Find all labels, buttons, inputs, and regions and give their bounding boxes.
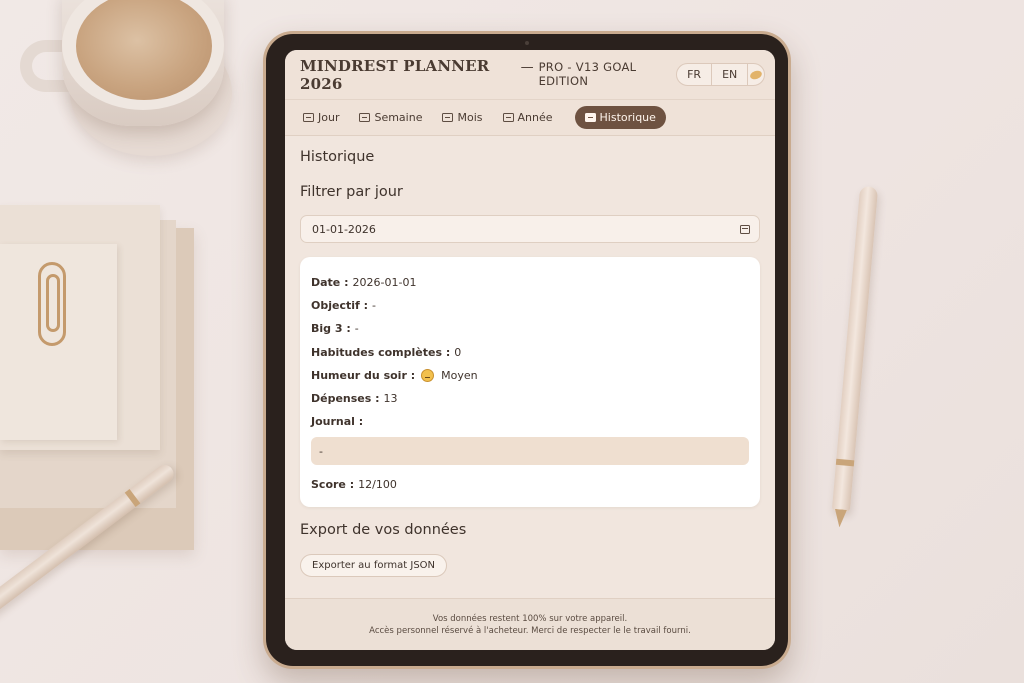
record-depenses: Dépenses : 13 (311, 387, 749, 410)
calendar-icon (359, 113, 371, 122)
calendar-icon (303, 113, 314, 122)
document-icon (584, 113, 596, 122)
app-title: MINDREST PLANNER 2026 — PRO - V13 GOAL E… (300, 57, 676, 93)
record-value: 12/100 (358, 478, 397, 492)
journal-text-box: - (311, 437, 749, 466)
record-humeur: Humeur du soir : Moyen (311, 364, 749, 387)
record-label: Big 3 : (311, 322, 351, 336)
title-dash: — (520, 59, 534, 75)
footer-line-2: Accès personnel réservé à l'acheteur. Me… (369, 625, 691, 636)
brand-name: MINDREST PLANNER 2026 (300, 56, 490, 93)
tab-semaine[interactable]: Semaine (355, 107, 426, 128)
export-title: Export de vos données (300, 521, 467, 538)
record-value: - (354, 322, 359, 336)
lang-en-button[interactable]: EN (712, 64, 749, 85)
tab-mois[interactable]: Mois (438, 107, 486, 128)
date-filter-value: 01-01-2026 (312, 222, 376, 236)
page-title: Historique (300, 149, 375, 165)
tablet-bezel: MINDREST PLANNER 2026 — PRO - V13 GOAL E… (266, 34, 788, 666)
app-header: MINDREST PLANNER 2026 — PRO - V13 GOAL E… (285, 50, 775, 100)
record-habitudes: Habitudes complètes : 0 (311, 341, 749, 364)
tab-historique[interactable]: Historique (574, 106, 666, 129)
tab-label: Semaine (374, 111, 423, 124)
calendar-icon (442, 113, 454, 122)
lang-fr-button[interactable]: FR (677, 64, 713, 85)
paperclip-inner (46, 274, 60, 332)
record-label: Journal : (311, 415, 364, 429)
filter-title: Filtrer par jour (300, 184, 403, 200)
nav-tabs: Jour Semaine Mois Année Historique (285, 100, 775, 136)
calendar-icon[interactable] (740, 224, 750, 234)
camera-dot (525, 41, 529, 45)
tab-annee[interactable]: Année (499, 107, 557, 128)
app-screen: MINDREST PLANNER 2026 — PRO - V13 GOAL E… (285, 50, 775, 650)
language-switch: FR EN (676, 63, 765, 86)
record-big3: Big 3 : - (311, 317, 749, 340)
main-content: Historique Filtrer par jour 01-01-2026 D… (285, 136, 775, 577)
record-score: Score : 12/100 (311, 473, 749, 496)
record-value: - (372, 299, 377, 313)
footer-line-1: Vos données restent 100% sur votre appar… (432, 613, 628, 624)
tab-label: Jour (318, 111, 340, 124)
record-label: Date : (311, 276, 349, 290)
record-label: Humeur du soir : (311, 368, 416, 382)
record-objectif: Objectif : - (311, 294, 749, 317)
tab-jour[interactable]: Jour (299, 107, 343, 128)
record-value: Moyen (441, 368, 478, 382)
pen (831, 185, 879, 512)
tablet: MINDREST PLANNER 2026 — PRO - V13 GOAL E… (263, 31, 791, 669)
date-filter-input[interactable]: 01-01-2026 (300, 215, 760, 243)
tab-label: Mois (457, 111, 483, 124)
record-label: Score : (311, 478, 355, 492)
neutral-face-icon (421, 368, 435, 382)
record-value: 0 (454, 345, 462, 359)
theme-toggle-button[interactable] (748, 64, 764, 85)
tab-label: Année (517, 111, 553, 124)
edition-label: PRO - V13 GOAL EDITION (538, 59, 637, 88)
record-label: Objectif : (311, 299, 369, 313)
record-value: 2026-01-01 (352, 276, 417, 290)
record-date: Date : 2026-01-01 (311, 271, 749, 294)
history-record-card: Date : 2026-01-01 Objectif : - Big 3 : -… (300, 257, 760, 507)
record-label: Habitudes complètes : (311, 345, 451, 359)
moon-icon (749, 68, 764, 81)
footer: Vos données restent 100% sur votre appar… (285, 598, 775, 650)
tab-label: Historique (599, 111, 656, 124)
calendar-icon (502, 113, 514, 122)
export-json-button[interactable]: Exporter au format JSON (300, 553, 448, 577)
record-label: Dépenses : (311, 392, 380, 406)
record-journal: Journal : (311, 410, 749, 433)
record-value: 13 (383, 392, 398, 406)
